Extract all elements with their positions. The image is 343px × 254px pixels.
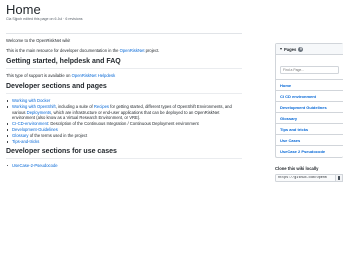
wiki-sidebar: Pages 9 Home CI CD environment Developme… (275, 43, 343, 182)
revision-info: Cla Sijpch edited this page on 6 Jul · 6… (6, 17, 83, 21)
divider (6, 33, 242, 34)
openrisknet-link[interactable]: OpenRiskNet (120, 48, 145, 53)
sidebar-page-ci-cd[interactable]: CI CD environment (276, 91, 343, 102)
clone-row (275, 174, 343, 182)
helpdesk-link[interactable]: OpenRiskNet Helpdesk (72, 73, 116, 78)
list-item: Glossary of the terms used in the projec… (6, 133, 242, 139)
list-item: CI-CD-environment: Description of the Co… (6, 121, 242, 127)
clone-url-input[interactable] (275, 174, 336, 182)
helpdesk-paragraph: This type of support is available on Ope… (6, 73, 116, 78)
caret-down-icon (280, 48, 282, 50)
dev-guidelines-link[interactable]: Development-Guidelines (12, 127, 58, 132)
copy-url-button[interactable] (336, 174, 343, 182)
use-case-list: UseCase-2-Pseudocode (6, 163, 242, 169)
usecase-pseudocode-link[interactable]: UseCase-2-Pseudocode (12, 163, 58, 168)
recipes-link[interactable]: Recipes (94, 104, 109, 109)
sidebar-page-usecase-pseudocode[interactable]: UseCase 2 Pseudocode (276, 146, 343, 157)
section-heading-use-cases: Developer sections for use cases (6, 148, 242, 159)
clipboard-icon (337, 176, 341, 180)
find-page-input[interactable] (280, 66, 339, 74)
openshift-link[interactable]: Working with OpenShift (12, 104, 56, 109)
section-heading-developer: Developer sections and pages (6, 83, 242, 94)
pages-label: Pages (284, 46, 297, 52)
page-title: Home (6, 2, 41, 17)
wiki-content: Welcome to the OpenRiskNet wiki! This is… (6, 30, 242, 171)
tips-link[interactable]: Tips-and-tricks (12, 139, 39, 144)
list-item: Development-Guidelines (6, 127, 242, 133)
page-meta: Cla Sijpch edited this page on 6 Jul · 6… (6, 17, 83, 21)
list-item: Working with OpenShift, including a suit… (6, 104, 242, 121)
list-item: UseCase-2-Pseudocode (6, 163, 242, 169)
glossary-link[interactable]: Glossary (12, 133, 29, 138)
deployments-link[interactable]: Deployments (27, 110, 51, 115)
intro-paragraph: This is the main resource for developer … (6, 48, 160, 53)
cicd-link[interactable]: CI-CD-environment (12, 121, 48, 126)
sidebar-page-use-cases[interactable]: Use Cases (276, 135, 343, 146)
pages-box: Pages 9 Home CI CD environment Developme… (275, 43, 343, 158)
sidebar-page-dev-guidelines[interactable]: Development Guidelines (276, 102, 343, 113)
developer-list: Working with Docker Working with OpenShi… (6, 98, 242, 145)
welcome-text: Welcome to the OpenRiskNet wiki! (6, 38, 71, 43)
sidebar-page-tips[interactable]: Tips and tricks (276, 124, 343, 135)
section-heading-getting-started: Getting started, helpdesk and FAQ (6, 58, 242, 69)
find-row (276, 55, 343, 80)
list-item: Tips-and-tricks (6, 139, 242, 145)
pages-count-badge: 9 (298, 46, 304, 52)
list-item: Working with Docker (6, 98, 242, 104)
docker-link[interactable]: Working with Docker (12, 98, 50, 103)
sidebar-page-glossary[interactable]: Glossary (276, 113, 343, 124)
clone-title: Clone this wiki locally (275, 166, 319, 171)
pages-toggle[interactable]: Pages 9 (276, 44, 343, 55)
sidebar-page-home[interactable]: Home (276, 80, 343, 91)
